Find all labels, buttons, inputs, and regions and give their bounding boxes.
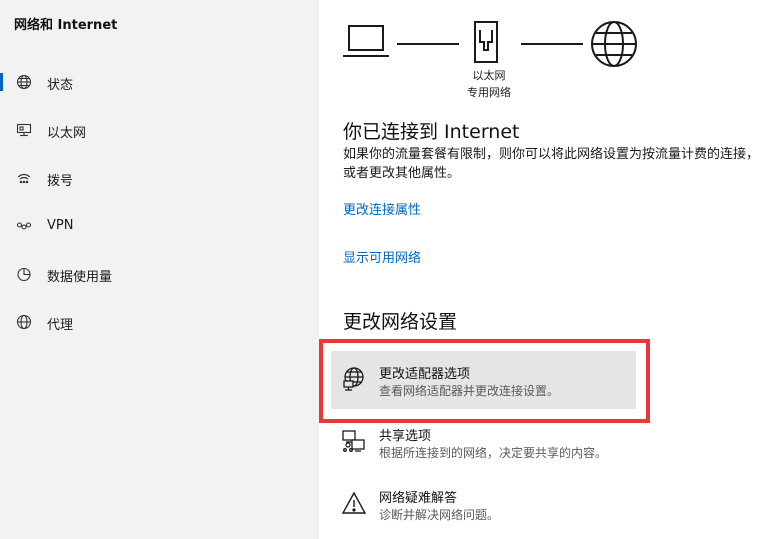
adapter-globe-icon	[341, 366, 367, 392]
sidebar-item-vpn[interactable]: VPN	[0, 206, 319, 246]
laptop-icon	[343, 25, 389, 57]
diagram-label-profile: 专用网络	[467, 86, 511, 99]
connection-diagram	[343, 21, 637, 67]
sidebar-item-dialup[interactable]: 拨号	[0, 158, 319, 198]
selection-indicator	[0, 73, 3, 91]
warning-icon	[341, 490, 367, 516]
diagram-label-network: 以太网	[472, 69, 506, 82]
sidebar-item-label: 以太网	[47, 126, 87, 141]
dialup-icon	[15, 170, 33, 186]
sidebar-title: 网络和 Internet	[14, 18, 118, 33]
option-title: 更改适配器选项	[379, 367, 471, 382]
option-subtitle: 根据所连接到的网络，决定要共享的内容。	[379, 446, 608, 460]
internet-globe-icon	[591, 21, 637, 67]
change-adapter-options-button[interactable]: 更改适配器选项 查看网络适配器并更改连接设置。	[331, 351, 636, 409]
ethernet-icon	[15, 122, 33, 138]
proxy-globe-icon	[15, 314, 33, 330]
sidebar-item-ethernet[interactable]: 以太网	[0, 110, 319, 150]
globe-icon	[15, 74, 33, 90]
ethernet-port-icon	[474, 21, 498, 63]
sidebar-item-label: 代理	[47, 318, 74, 333]
main-content: 以太网 专用网络 你已连接到 Internet 如果你的流量套餐有限制，则你可以…	[319, 0, 771, 539]
sidebar-item-data-usage[interactable]: 数据使用量	[0, 254, 319, 294]
sidebar-item-label: VPN	[47, 218, 74, 233]
sidebar-item-label: 状态	[47, 78, 74, 93]
option-subtitle: 诊断并解决网络问题。	[379, 508, 500, 522]
sharing-icon	[341, 428, 367, 454]
status-heading: 你已连接到 Internet	[343, 121, 520, 143]
vpn-icon	[15, 218, 33, 234]
network-troubleshooter-button[interactable]: 网络疑难解答 诊断并解决网络问题。	[331, 475, 636, 533]
sharing-options-button[interactable]: 共享选项 根据所连接到的网络，决定要共享的内容。	[331, 413, 636, 471]
option-subtitle: 查看网络适配器并更改连接设置。	[379, 384, 560, 398]
change-connection-properties-link[interactable]: 更改连接属性	[343, 199, 421, 218]
sidebar-item-label: 数据使用量	[47, 270, 113, 285]
sidebar: 网络和 Internet 状态 以太网 拨号 VPN 数据使用量 代理	[0, 0, 319, 539]
section-heading: 更改网络设置	[343, 311, 458, 333]
status-description: 如果你的流量套餐有限制，则你可以将此网络设置为按流量计费的连接，或者更改其他属性…	[343, 147, 760, 181]
option-title: 共享选项	[379, 429, 432, 444]
data-usage-icon	[15, 266, 33, 282]
show-available-networks-link[interactable]: 显示可用网络	[343, 247, 421, 266]
option-title: 网络疑难解答	[379, 491, 458, 506]
sidebar-item-proxy[interactable]: 代理	[0, 302, 319, 342]
sidebar-item-label: 拨号	[47, 174, 74, 189]
sidebar-item-status[interactable]: 状态	[0, 62, 319, 102]
